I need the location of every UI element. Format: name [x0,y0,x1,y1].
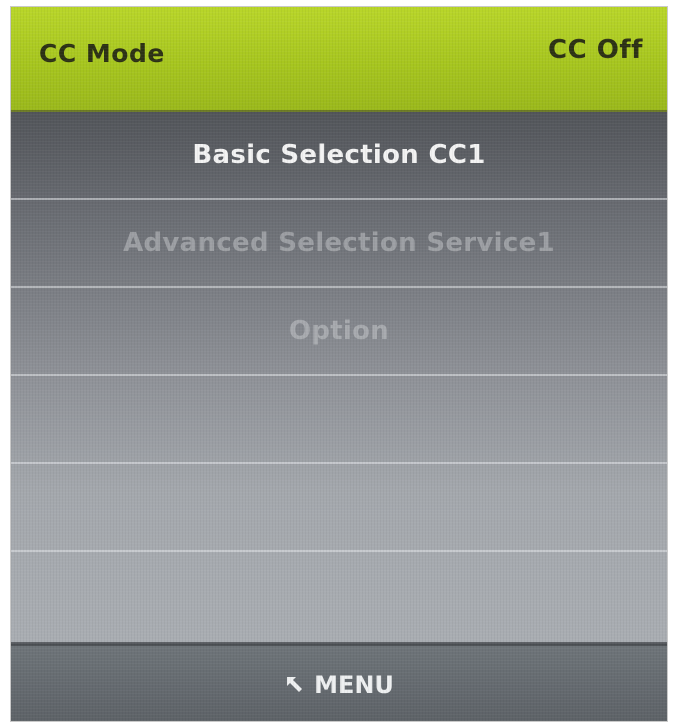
menu-item-advanced-selection: Advanced Selection Service1 [11,200,667,288]
mode-title: CC Mode [39,39,165,68]
menu-item-basic-selection[interactable]: Basic Selection CC1 [11,112,667,200]
menu-item-label: Basic Selection CC1 [192,140,486,170]
menu-item-option: Option [11,288,667,376]
menu-label: MENU [314,670,394,699]
menu-list: Basic Selection CC1 Advanced Selection S… [11,112,667,642]
menu-item-empty [11,376,667,464]
menu-item-empty [11,552,667,640]
header-bar: CC Mode CC Off [11,7,667,112]
footer-bar: MENU [11,644,667,721]
menu-item-label: Option [288,316,390,346]
menu-item-empty [11,464,667,552]
menu-item-label: Advanced Selection Service1 [123,228,555,258]
cc-status: CC Off [548,35,643,65]
return-arrow-icon [284,675,306,695]
screen-frame: CC Mode CC Off Basic Selection CC1 Advan… [10,6,668,722]
menu-button[interactable]: MENU [284,671,394,699]
